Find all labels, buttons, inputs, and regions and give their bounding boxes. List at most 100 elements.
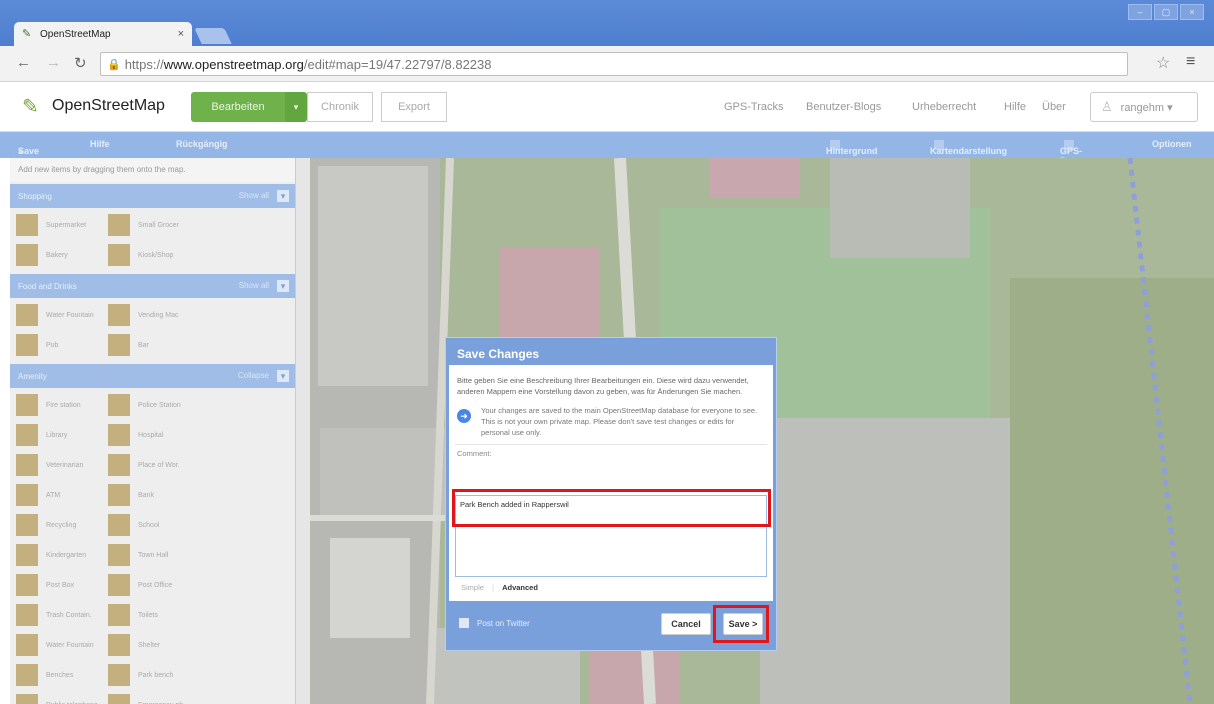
- preset-item[interactable]: Fire station: [16, 392, 108, 418]
- link-help[interactable]: Hilfe: [1004, 101, 1026, 113]
- sidebar-category[interactable]: Food and Drinks Show all ▾: [10, 274, 295, 298]
- browser-tab[interactable]: ✎ OpenStreetMap ×: [14, 22, 192, 46]
- preset-item[interactable]: Veterinarian: [16, 452, 108, 478]
- brand-name[interactable]: OpenStreetMap: [52, 97, 165, 115]
- preset-item[interactable]: Hospital: [108, 422, 288, 448]
- preset-item[interactable]: Toilets: [108, 602, 288, 628]
- sidebar-scrollbar[interactable]: [296, 158, 310, 704]
- beer-icon: [16, 334, 38, 356]
- telephone-icon: [16, 694, 38, 704]
- preset-item[interactable]: Bank: [108, 482, 288, 508]
- map-data-button[interactable]: Kartendarstellung: [930, 139, 1007, 156]
- worship-icon: [108, 454, 130, 476]
- osm-favicon-icon: ✎: [22, 28, 32, 40]
- sidebar-category-action[interactable]: Collapse: [238, 371, 269, 380]
- collapse-icon[interactable]: ▾: [277, 370, 289, 382]
- id-undo-button[interactable]: Rückgängig: [176, 139, 228, 149]
- twitter-checkbox-icon[interactable]: [459, 618, 469, 628]
- preset-item[interactable]: Bakery: [16, 242, 108, 268]
- vet-icon: [16, 454, 38, 476]
- preset-item[interactable]: Shelter: [108, 632, 288, 658]
- menu-icon[interactable]: ≡: [1186, 53, 1195, 71]
- preset-item[interactable]: ATM: [16, 482, 108, 508]
- back-arrow-icon[interactable]: ←: [16, 54, 31, 71]
- tab-close-icon[interactable]: ×: [178, 28, 184, 40]
- address-bar[interactable]: 🔒 https://www.openstreetmap.org/edit#map…: [100, 52, 1128, 76]
- cocktail-icon: [108, 334, 130, 356]
- preset-label: Supermarket: [46, 221, 87, 229]
- dialog-intro-text: Bitte geben Sie eine Beschreibung Ihrer …: [457, 376, 749, 396]
- maximize-button[interactable]: ▢: [1154, 4, 1178, 20]
- school-icon: [108, 514, 130, 536]
- reload-icon[interactable]: ↻: [74, 54, 87, 72]
- new-tab-button[interactable]: [194, 28, 232, 44]
- preset-item[interactable]: Library: [16, 422, 108, 448]
- preset-item[interactable]: Town Hall: [108, 542, 288, 568]
- preset-item[interactable]: Park bench: [108, 662, 288, 688]
- preset-item[interactable]: Water Fountain: [16, 632, 108, 658]
- preset-item[interactable]: Benches: [16, 662, 108, 688]
- preset-item[interactable]: Kindergarten: [16, 542, 108, 568]
- preset-item[interactable]: Supermarket: [16, 212, 108, 238]
- user-name: rangehm ▾: [1120, 101, 1173, 114]
- preset-label: Shelter: [138, 641, 161, 649]
- user-menu[interactable]: ♙ rangehm ▾: [1090, 92, 1198, 122]
- preset-item[interactable]: Small Grocer: [108, 212, 288, 238]
- id-help-button[interactable]: Hilfe: [90, 139, 110, 149]
- tab-separator: |: [492, 583, 494, 592]
- minimize-button[interactable]: –: [1128, 4, 1152, 20]
- bookmark-star-icon[interactable]: ☆: [1156, 53, 1170, 73]
- preset-item[interactable]: Emergency ph.: [108, 692, 288, 704]
- preset-item[interactable]: Bar: [108, 332, 288, 358]
- background-button[interactable]: Hintergrund: [826, 139, 878, 156]
- sidebar-category[interactable]: Amenity Collapse ▾: [10, 364, 295, 388]
- gps-button[interactable]: GPS-Daten: [1060, 139, 1085, 166]
- townhall-icon: [108, 544, 130, 566]
- link-user-blogs[interactable]: Benutzer-Blogs: [806, 101, 881, 113]
- preset-item[interactable]: School: [108, 512, 288, 538]
- osm-logo-icon[interactable]: ✎: [22, 94, 48, 120]
- preset-item[interactable]: Kiosk/Shop: [108, 242, 288, 268]
- dialog-mode-tabs: Simple | Advanced: [461, 583, 538, 592]
- cancel-button[interactable]: Cancel: [661, 613, 711, 635]
- browser-titlebar: ✎ OpenStreetMap × – ▢ ×: [0, 0, 1214, 46]
- link-about[interactable]: Über: [1042, 101, 1066, 113]
- preset-item[interactable]: Post Box: [16, 572, 108, 598]
- preset-item[interactable]: Recycling: [16, 512, 108, 538]
- export-button[interactable]: Export: [381, 92, 447, 122]
- preset-item[interactable]: Place of Wor.: [108, 452, 288, 478]
- tab-advanced[interactable]: Advanced: [502, 583, 538, 592]
- police-icon: [108, 394, 130, 416]
- forward-arrow-icon[interactable]: →: [46, 54, 61, 71]
- history-button[interactable]: Chronik: [307, 92, 373, 122]
- tab-title: OpenStreetMap: [40, 28, 111, 40]
- sidebar-category-action[interactable]: Show all: [239, 281, 269, 290]
- preset-item[interactable]: Water Fountain: [16, 302, 108, 328]
- sidebar-category[interactable]: Shopping Show all ▾: [10, 184, 295, 208]
- close-window-button[interactable]: ×: [1180, 4, 1204, 20]
- emergency-phone-icon: [108, 694, 130, 704]
- post-on-twitter-option[interactable]: Post on Twitter: [459, 618, 530, 628]
- preset-item[interactable]: Post Office: [108, 572, 288, 598]
- tab-simple[interactable]: Simple: [461, 583, 484, 592]
- preset-item[interactable]: Pub: [16, 332, 108, 358]
- collapse-icon[interactable]: ▾: [277, 280, 289, 292]
- link-gps-tracks[interactable]: GPS-Tracks: [724, 101, 784, 113]
- preset-label: Water Fountain: [46, 641, 94, 649]
- edit-dropdown-icon[interactable]: ▾: [285, 92, 307, 122]
- collapse-icon[interactable]: ▾: [277, 190, 289, 202]
- preset-item[interactable]: Trash Contain.: [16, 602, 108, 628]
- preset-label: Police Station: [138, 401, 181, 409]
- link-copyright[interactable]: Urheberrecht: [912, 101, 976, 113]
- preset-label: Bank: [138, 491, 154, 499]
- sidebar-category-action[interactable]: Show all: [239, 191, 269, 200]
- preset-label: Kindergarten: [46, 551, 87, 559]
- preset-label: Veterinarian: [46, 461, 84, 469]
- preset-item[interactable]: Police Station: [108, 392, 288, 418]
- preset-item[interactable]: Public telephone: [16, 692, 108, 704]
- preset-item[interactable]: Vending Mac: [108, 302, 288, 328]
- edit-button[interactable]: Bearbeiten: [191, 92, 285, 122]
- preset-label: Post Box: [46, 581, 75, 589]
- preset-label: School: [138, 521, 160, 529]
- options-button[interactable]: Optionen: [1152, 139, 1192, 149]
